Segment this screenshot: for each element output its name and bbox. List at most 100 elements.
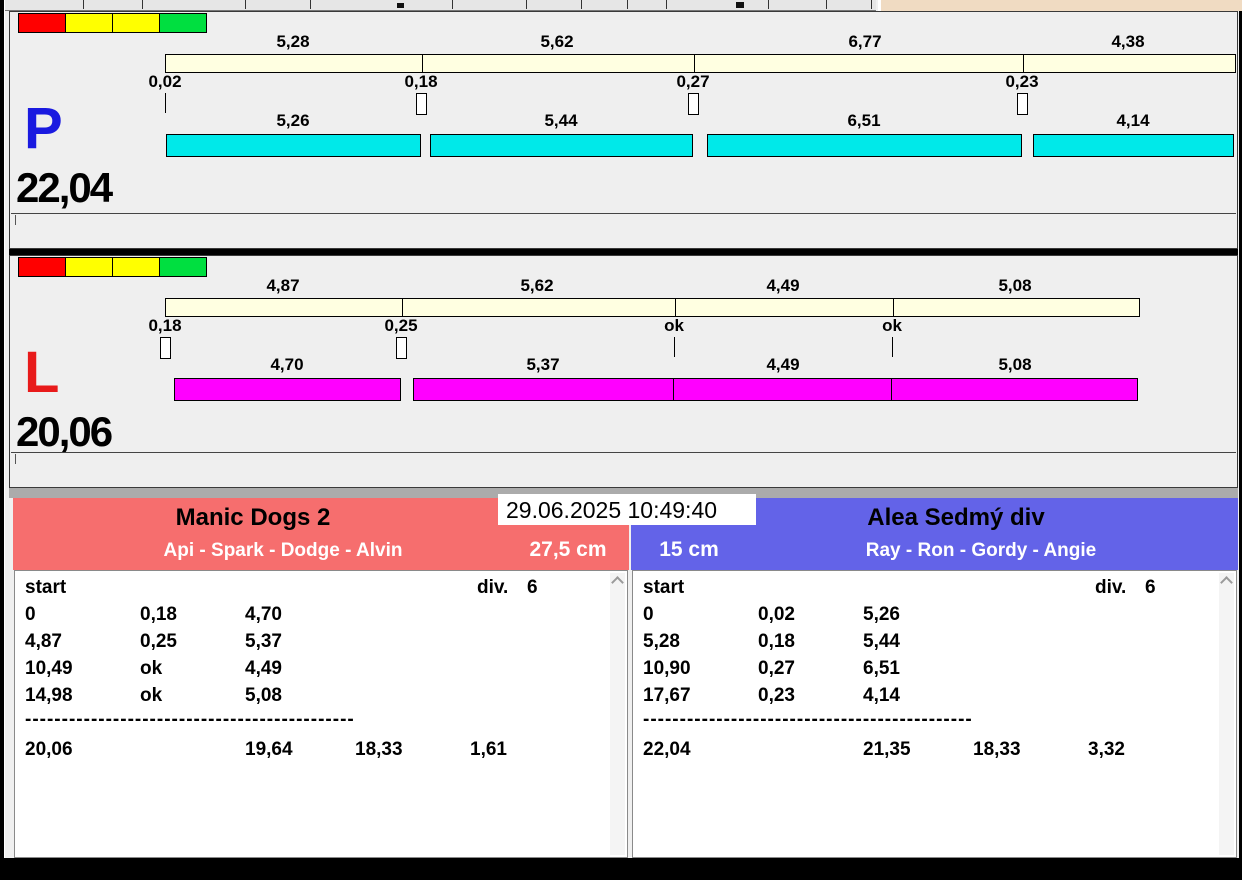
run-bar-segment	[673, 378, 892, 401]
crossing-delay: ok	[664, 316, 684, 335]
crossing-delay: 0,18	[404, 72, 438, 91]
glyph-fragment	[397, 3, 404, 8]
crossing-delay: 0,18	[148, 316, 182, 335]
totals-row: 22,04 21,35 18,33 3,32	[633, 739, 1236, 763]
run-time: 6,51	[863, 658, 900, 679]
run-delay: 0,02	[758, 604, 795, 625]
crossing-marker-box	[396, 337, 407, 359]
run-delay: 0,18	[758, 631, 795, 652]
total-net: 19,64	[245, 739, 293, 760]
scroll-up-icon[interactable]	[611, 576, 624, 589]
total-reference: 18,33	[355, 739, 403, 760]
run-row: 5,28 0,18 5,44	[633, 631, 1236, 655]
main-window: 5,28 5,62 6,77 4,38 0,02 0,18 0,27 0,23 …	[4, 0, 1242, 858]
dog-time: 5,44	[544, 111, 578, 130]
run-row: 10,49 ok 4,49	[15, 658, 627, 682]
glyph-fragment	[736, 2, 744, 8]
run-time: 5,44	[863, 631, 900, 652]
split-time: 4,87	[266, 276, 300, 295]
run-row: 4,87 0,25 5,37	[15, 631, 627, 655]
team-panel-left: Manic Dogs 2 Api - Spark - Dodge - Alvin…	[13, 498, 629, 858]
crossing-delay: 0,23	[1005, 72, 1039, 91]
totals-row: 20,06 19,64 18,33 1,61	[15, 739, 627, 763]
run-delay: 0,27	[758, 658, 795, 679]
total-time: 22,04	[643, 739, 691, 760]
traffic-light	[18, 257, 207, 277]
division-value: 6	[527, 577, 538, 598]
jump-height: 27,5 cm	[529, 538, 607, 561]
traffic-light-yellow-2	[112, 13, 160, 33]
run-delay: 0,25	[140, 631, 177, 652]
start-label: start	[643, 577, 685, 598]
run-time: 5,08	[245, 685, 282, 706]
dog-time: 5,37	[526, 355, 560, 374]
split-time: 5,62	[540, 32, 574, 51]
lane-total-time: 20,06	[16, 408, 113, 455]
run-bar-segment	[174, 378, 401, 401]
run-time: 4,14	[863, 685, 900, 706]
traffic-light-yellow-2	[112, 257, 160, 277]
split-bar	[165, 298, 1140, 317]
timestamp: 29.06.2025 10:49:40	[498, 494, 756, 525]
crossing-delay: 0,25	[384, 316, 418, 335]
split-bar	[165, 54, 1236, 73]
split-time: 4,49	[766, 276, 800, 295]
run-row: 10,90 0,27 6,51	[633, 658, 1236, 682]
dog-time: 5,26	[276, 111, 310, 130]
team-results-area: start div. 6 0 0,02 5,26 5,28 0,18 5,44 …	[632, 570, 1237, 858]
run-start: 4,87	[25, 631, 62, 652]
split-time: 4,38	[1111, 32, 1145, 51]
run-bar-segment	[413, 378, 674, 401]
run-time: 4,70	[245, 604, 282, 625]
scrollbar[interactable]	[610, 573, 625, 855]
division-value: 6	[1145, 577, 1156, 598]
run-bar-segment	[430, 134, 693, 157]
crossing-delay: ok	[882, 316, 902, 335]
team-name: Manic Dogs 2	[175, 504, 331, 531]
jump-height: 15 cm	[659, 538, 719, 561]
total-diff: 3,32	[1088, 739, 1125, 760]
toolbar-fragment	[5, 0, 876, 11]
dog-time: 6,51	[847, 111, 881, 130]
lane-status-strip	[11, 213, 1236, 247]
crossing-marker-box	[416, 93, 427, 115]
scroll-up-icon[interactable]	[1220, 576, 1233, 589]
start-label: start	[25, 577, 67, 598]
run-delay: 0,18	[140, 604, 177, 625]
division-label: div.	[1095, 577, 1127, 598]
run-row: 17,67 0,23 4,14	[633, 685, 1236, 709]
team-members: Api - Spark - Dodge - Alvin	[163, 540, 403, 561]
separator-dashes: ----------------------------------------…	[25, 709, 355, 730]
run-start: 17,67	[643, 685, 691, 706]
team-members: Ray - Ron - Gordy - Angie	[865, 540, 1097, 561]
traffic-light-red	[18, 13, 66, 33]
dog-time: 4,49	[766, 355, 800, 374]
team-panel-right: Alea Sedmý div Ray - Ron - Gordy - Angie…	[631, 498, 1238, 858]
run-start: 5,28	[643, 631, 680, 652]
run-delay: ok	[140, 685, 163, 706]
run-bar-segment	[1033, 134, 1234, 157]
total-reference: 18,33	[973, 739, 1021, 760]
split-time: 5,62	[520, 276, 554, 295]
crossing-marker-box	[1017, 93, 1028, 115]
crossing-marker-tick	[165, 93, 166, 113]
traffic-light-green	[159, 257, 207, 277]
run-time: 5,37	[245, 631, 282, 652]
crossing-marker-tick	[674, 337, 675, 357]
run-delay: 0,23	[758, 685, 795, 706]
traffic-light-green	[159, 13, 207, 33]
lane-letter-p: P	[24, 96, 63, 161]
total-net: 21,35	[863, 739, 911, 760]
run-start: 10,90	[643, 658, 691, 679]
run-bar-segment	[891, 378, 1138, 401]
run-delay: ok	[140, 658, 163, 679]
traffic-light-yellow-1	[65, 13, 113, 33]
split-time: 5,28	[276, 32, 310, 51]
total-diff: 1,61	[470, 739, 507, 760]
run-start: 10,49	[25, 658, 73, 679]
scrollbar[interactable]	[1219, 573, 1234, 855]
run-bar-segment	[707, 134, 1022, 157]
dog-time: 4,14	[1116, 111, 1150, 130]
crossing-marker-tick	[892, 337, 893, 357]
division-label: div.	[477, 577, 509, 598]
